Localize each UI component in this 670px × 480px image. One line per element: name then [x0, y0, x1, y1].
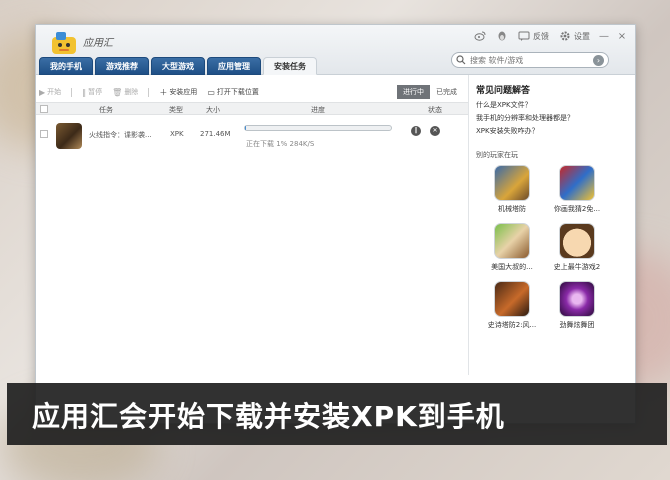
subtab-in-progress[interactable]: 进行中: [397, 85, 430, 99]
pause-task-button[interactable]: ‖: [411, 126, 421, 136]
app-label: 劲舞炫舞团: [559, 321, 595, 329]
faq-link[interactable]: 什么是XPK文件？: [476, 99, 636, 112]
folder-icon: ▭: [207, 87, 215, 97]
task-table-header: 任务 类型 大小 进度 状态: [36, 102, 468, 115]
app-label: 你画我猜2免...: [553, 205, 601, 213]
header-type: 类型: [169, 106, 183, 114]
faq-panel: 常见问题解答 什么是XPK文件？ 我手机的分辨率和处理器都是？ XPK安装失败咋…: [476, 83, 636, 138]
app-icon: [559, 223, 595, 259]
trash-icon: 🗑: [112, 87, 123, 97]
game-thumbnail: [56, 123, 82, 149]
header-progress: 进度: [311, 106, 325, 114]
app-window: 应用汇 反馈 设置 — × 我的手机 游戏推荐 大型游戏 应用管理 安装任务 搜…: [35, 24, 636, 424]
toolbar-divider: [148, 87, 150, 97]
app-card[interactable]: 美国大叔的...: [477, 223, 547, 272]
delete-button[interactable]: 🗑 删除: [112, 87, 138, 97]
search-input[interactable]: [470, 55, 589, 65]
app-label: 史上最牛游戏2: [553, 263, 601, 271]
app-label: 机械塔防: [498, 205, 526, 213]
app-icon: [494, 281, 530, 317]
download-progress-bar: [244, 125, 392, 131]
tab-game-recommend[interactable]: 游戏推荐: [95, 57, 149, 75]
panel-divider: [468, 75, 469, 375]
app-icon: [494, 223, 530, 259]
app-card[interactable]: 史上最牛游戏2: [542, 223, 612, 272]
header-task: 任务: [99, 106, 113, 114]
feedback-label: 反馈: [533, 31, 549, 41]
app-label: 美国大叔的...: [491, 263, 533, 271]
open-folder-label: 打开下载位置: [216, 88, 259, 96]
start-button[interactable]: ▶ 开始: [39, 87, 61, 97]
subtab-done[interactable]: 已完成: [430, 85, 463, 99]
weibo-icon: [474, 31, 486, 41]
feedback-button[interactable]: 反馈: [515, 30, 552, 42]
app-icon: [559, 165, 595, 201]
header-size: 大小: [206, 106, 220, 114]
search-go-button[interactable]: ›: [593, 54, 604, 66]
top-right-controls: 反馈 设置 — ×: [471, 30, 629, 42]
install-app-button[interactable]: ＋安装应用: [159, 87, 197, 98]
download-status-text: 正在下载 1% 284K/S: [246, 140, 315, 148]
app-icon: [559, 281, 595, 317]
tab-my-phone[interactable]: 我的手机: [39, 57, 93, 75]
qq-penguin-icon: [498, 31, 506, 41]
task-subtabs: 进行中 已完成: [397, 85, 463, 99]
checkbox-box: [40, 105, 48, 113]
settings-button[interactable]: 设置: [556, 30, 593, 42]
app-card[interactable]: 机械塔防: [477, 165, 547, 214]
tab-large-games[interactable]: 大型游戏: [151, 57, 205, 75]
checkbox-box: [40, 130, 48, 138]
play-icon: ▶: [39, 87, 46, 97]
search-icon: [456, 55, 466, 65]
app-card[interactable]: 你画我猜2免...: [542, 165, 612, 214]
faq-title: 常见问题解答: [476, 86, 531, 96]
pause-label: 暂停: [88, 88, 103, 96]
download-progress-fill: [245, 126, 247, 130]
install-label: 安装应用: [169, 88, 198, 96]
app-logo-icon: [52, 32, 76, 54]
app-card[interactable]: 劲舞炫舞团: [542, 281, 612, 330]
app-card[interactable]: 史诗塔防2:风...: [477, 281, 547, 330]
app-icon: [494, 165, 530, 201]
pause-button[interactable]: ‖ 暂停: [82, 87, 102, 97]
plus-icon: ＋: [159, 87, 168, 97]
gear-icon: [560, 31, 570, 41]
search-box: ›: [451, 52, 609, 68]
table-row: 火线指令：谍影袭... XPK 271.46M 正在下载 1% 284K/S ‖…: [36, 117, 468, 153]
weibo-button[interactable]: [471, 30, 489, 42]
header-status: 状态: [428, 106, 442, 114]
task-list-empty-area: [36, 154, 468, 374]
tab-install-tasks[interactable]: 安装任务: [263, 57, 317, 75]
open-folder-button[interactable]: ▭ 打开下载位置: [207, 87, 259, 97]
cancel-task-button[interactable]: ✕: [430, 126, 440, 136]
app-title: 应用汇: [83, 38, 113, 49]
toolbar-divider: [71, 87, 73, 97]
title-bar: 应用汇 反馈 设置 — × 我的手机 游戏推荐 大型游戏 应用管理 安装任务 搜…: [36, 25, 635, 75]
caption-text: 应用汇会开始下载并安装XPK到手机: [32, 400, 505, 433]
pause-icon: ‖: [82, 87, 87, 97]
app-label: 史诗塔防2:风...: [487, 321, 537, 329]
qq-button[interactable]: [493, 30, 511, 42]
settings-label: 设置: [574, 31, 590, 41]
task-type: XPK: [170, 130, 184, 138]
faq-link[interactable]: XPK安装失败咋办？: [476, 125, 636, 138]
delete-label: 删除: [124, 88, 139, 96]
others-playing-title: 别的玩家在玩: [476, 151, 518, 159]
speech-bubble-icon: [518, 31, 530, 41]
minimize-button[interactable]: —: [597, 30, 611, 42]
main-tabs: 我的手机 游戏推荐 大型游戏 应用管理 安装任务: [39, 57, 317, 75]
faq-link[interactable]: 我手机的分辨率和处理器都是？: [476, 112, 636, 125]
task-name: 火线指令：谍影袭...: [89, 131, 152, 139]
close-button[interactable]: ×: [615, 30, 629, 42]
task-size: 271.46M: [200, 130, 231, 138]
start-label: 开始: [47, 88, 62, 96]
tab-app-manage[interactable]: 应用管理: [207, 57, 261, 75]
